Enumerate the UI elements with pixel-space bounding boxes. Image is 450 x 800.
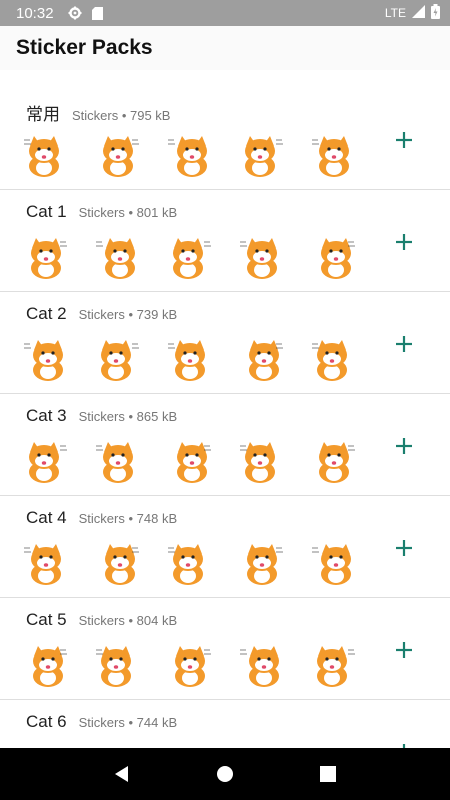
pack-meta: Stickers • 739 kB <box>78 307 178 322</box>
plus-icon <box>392 642 416 666</box>
cat-sticker-icon <box>22 338 70 382</box>
pack-title-row: Cat 1 Stickers • 801 kB <box>26 202 177 222</box>
cat-sticker-icon <box>238 542 286 586</box>
pack-title-row: Cat 5 Stickers • 804 kB <box>26 610 177 630</box>
pack-meta: Stickers • 801 kB <box>78 205 178 220</box>
pack-title-row: Cat 6 Stickers • 744 kB <box>26 712 177 732</box>
cat-sticker-icon <box>310 134 358 178</box>
cat-sticker-icon <box>310 236 358 280</box>
pack-meta: Stickers • 748 kB <box>78 511 178 526</box>
sticker-pack-row[interactable]: Cat 2 Stickers • 739 kB <box>0 292 450 394</box>
pack-name: Cat 6 <box>26 712 67 731</box>
cat-sticker-icon <box>94 338 142 382</box>
cat-sticker-icon <box>94 236 142 280</box>
sticker-pack-row[interactable]: Cat 1 Stickers • 801 kB <box>0 190 450 292</box>
cat-sticker-icon <box>22 440 70 484</box>
plus-icon <box>392 438 416 462</box>
sticker-pack-row[interactable]: Cat 5 Stickers • 804 kB <box>0 598 450 700</box>
add-pack-button[interactable] <box>392 230 416 254</box>
cat-sticker-icon <box>166 134 214 178</box>
sticker-preview-strip <box>22 338 382 382</box>
battery-icon <box>431 4 440 22</box>
sticker-pack-row[interactable]: 常用 Stickers • 795 kB <box>0 88 450 190</box>
cat-sticker-icon <box>310 644 358 688</box>
add-pack-button[interactable] <box>392 434 416 458</box>
cat-sticker-icon <box>238 236 286 280</box>
cat-sticker-icon <box>310 440 358 484</box>
cat-sticker-icon <box>166 440 214 484</box>
sticker-pack-row[interactable]: Cat 4 Stickers • 748 kB <box>0 496 450 598</box>
cat-sticker-icon <box>22 134 70 178</box>
cat-sticker-icon <box>22 236 70 280</box>
pack-meta: Stickers • 865 kB <box>78 409 178 424</box>
pack-title-row: Cat 4 Stickers • 748 kB <box>26 508 177 528</box>
pack-name: Cat 1 <box>26 202 67 221</box>
network-type: LTE <box>384 6 406 20</box>
status-bar: 10:32 LTE <box>0 0 450 26</box>
add-pack-button[interactable] <box>392 128 416 152</box>
pack-meta: Stickers • 804 kB <box>78 613 178 628</box>
cat-sticker-icon <box>94 134 142 178</box>
sticker-preview-strip <box>22 134 382 178</box>
sticker-preview-strip <box>22 542 382 586</box>
cat-sticker-icon <box>22 542 70 586</box>
pack-title-row: Cat 3 Stickers • 865 kB <box>26 406 177 426</box>
sticker-preview-strip <box>22 236 382 280</box>
pack-title-row: Cat 2 Stickers • 739 kB <box>26 304 177 324</box>
sticker-pack-list[interactable]: 常用 Stickers • 795 kB Cat 1 Stickers • 801 k… <box>0 70 450 748</box>
cat-sticker-icon <box>22 644 70 688</box>
cat-sticker-icon <box>94 542 142 586</box>
sticker-pack-row[interactable]: Cat 3 Stickers • 865 kB <box>0 394 450 496</box>
gear-icon <box>68 6 82 20</box>
cat-sticker-icon <box>94 440 142 484</box>
cat-sticker-icon <box>166 644 214 688</box>
app-header: Sticker Packs <box>0 26 450 70</box>
cat-sticker-icon <box>310 542 358 586</box>
sticker-pack-row[interactable]: Cat 6 Stickers • 744 kB <box>0 700 450 748</box>
navigation-bar <box>0 748 450 800</box>
plus-icon <box>392 540 416 564</box>
signal-icon <box>412 5 425 21</box>
sticker-preview-strip <box>22 644 382 688</box>
cat-sticker-icon <box>238 644 286 688</box>
cat-sticker-icon <box>238 134 286 178</box>
cat-sticker-icon <box>166 338 214 382</box>
pack-title-row: 常用 Stickers • 795 kB <box>26 100 170 125</box>
home-button[interactable] <box>213 762 237 786</box>
sticker-preview-strip <box>22 440 382 484</box>
cat-sticker-icon <box>94 644 142 688</box>
pack-name: Cat 2 <box>26 304 67 323</box>
add-pack-button[interactable] <box>392 638 416 662</box>
add-pack-button[interactable] <box>392 740 416 748</box>
plus-icon <box>392 234 416 258</box>
back-button[interactable] <box>110 762 134 786</box>
pack-name: Cat 5 <box>26 610 67 629</box>
pack-name: 常用 <box>26 105 60 124</box>
cat-sticker-icon <box>238 440 286 484</box>
add-pack-button[interactable] <box>392 332 416 356</box>
pack-meta: Stickers • 795 kB <box>72 108 171 123</box>
plus-icon <box>392 336 416 360</box>
pack-meta: Stickers • 744 kB <box>78 715 178 730</box>
cat-sticker-icon <box>166 236 214 280</box>
pack-name: Cat 3 <box>26 406 67 425</box>
status-time: 10:32 <box>16 4 54 22</box>
plus-icon <box>392 132 416 156</box>
cat-sticker-icon <box>238 338 286 382</box>
recents-button[interactable] <box>316 762 340 786</box>
cat-sticker-icon <box>166 542 214 586</box>
sd-card-icon <box>91 6 103 20</box>
cat-sticker-icon <box>310 338 358 382</box>
page-title: Sticker Packs <box>16 36 153 59</box>
pack-name: Cat 4 <box>26 508 67 527</box>
add-pack-button[interactable] <box>392 536 416 560</box>
